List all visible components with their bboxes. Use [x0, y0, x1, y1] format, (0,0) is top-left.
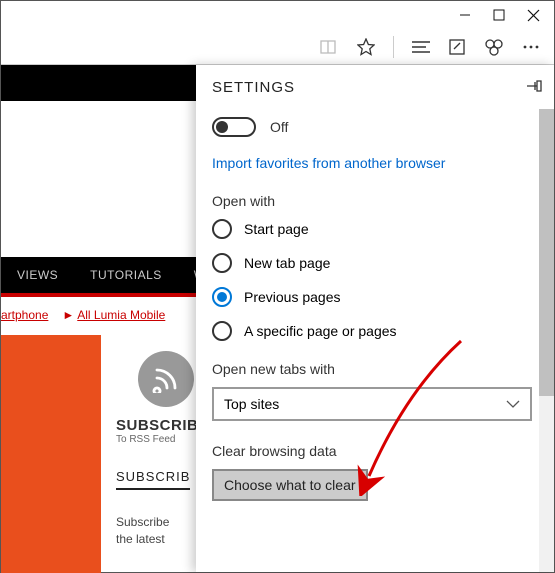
clear-browsing-label: Clear browsing data: [212, 443, 532, 459]
pin-icon[interactable]: [526, 79, 542, 96]
nav-item-views[interactable]: VIEWS: [1, 257, 74, 293]
radio-icon: [212, 253, 232, 273]
radio-icon: [212, 287, 232, 307]
more-icon[interactable]: [522, 44, 540, 50]
minimize-icon[interactable]: [459, 9, 471, 21]
toggle-label: Off: [270, 119, 288, 135]
open-with-group: Start page New tab page Previous pages A…: [212, 219, 532, 341]
web-note-icon[interactable]: [448, 38, 466, 56]
import-favorites-link[interactable]: Import favorites from another browser: [212, 155, 445, 171]
hub-icon[interactable]: [412, 40, 430, 54]
radio-new-tab-page[interactable]: New tab page: [212, 253, 532, 273]
favorite-star-icon[interactable]: [357, 38, 375, 56]
subscribe-second-title: SUBSCRIB: [116, 469, 190, 490]
page-orange-card: [1, 335, 101, 573]
settings-scrollbar[interactable]: [539, 109, 554, 572]
link-artphone[interactable]: artphone: [1, 308, 48, 322]
share-icon[interactable]: [484, 38, 504, 56]
radio-icon: [212, 219, 232, 239]
radio-specific-page[interactable]: A specific page or pages: [212, 321, 532, 341]
reading-view-icon[interactable]: [319, 38, 339, 56]
settings-header: SETTINGS: [196, 65, 554, 109]
toggle-row: Off: [212, 117, 532, 137]
open-with-label: Open with: [212, 193, 532, 209]
toolbar-separator: [393, 36, 394, 58]
settings-body: Off Import favorites from another browse…: [196, 109, 554, 572]
window-titlebar: [1, 1, 554, 29]
maximize-icon[interactable]: [493, 9, 505, 21]
settings-panel: SETTINGS Off Import favorites from anoth…: [196, 65, 554, 572]
radio-label: A specific page or pages: [244, 323, 397, 339]
radio-label: Start page: [244, 221, 309, 237]
radio-start-page[interactable]: Start page: [212, 219, 532, 239]
radio-label: New tab page: [244, 255, 330, 271]
toggle-switch[interactable]: [212, 117, 256, 137]
close-icon[interactable]: [527, 9, 540, 22]
page-red-links: artphone ►All Lumia Mobile: [1, 297, 165, 327]
open-new-tabs-select[interactable]: Top sites: [212, 387, 532, 421]
chevron-down-icon: [506, 396, 520, 412]
browser-toolbar: [1, 29, 554, 65]
settings-title: SETTINGS: [212, 79, 295, 96]
select-value: Top sites: [224, 396, 279, 412]
nav-item-tutorials[interactable]: TUTORIALS: [74, 257, 178, 293]
radio-previous-pages[interactable]: Previous pages: [212, 287, 532, 307]
radio-label: Previous pages: [244, 289, 341, 305]
choose-what-to-clear-button[interactable]: Choose what to clear: [212, 469, 368, 501]
link-lumia[interactable]: All Lumia Mobile: [77, 308, 165, 322]
open-new-tabs-label: Open new tabs with: [212, 361, 532, 377]
radio-icon: [212, 321, 232, 341]
rss-circle-icon[interactable]: [138, 351, 194, 407]
